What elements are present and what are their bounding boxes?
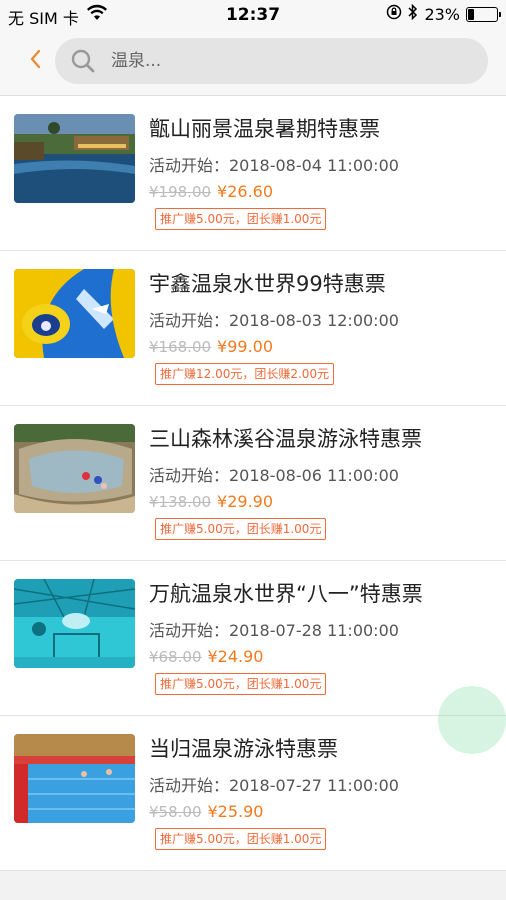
product-thumbnail — [14, 734, 135, 823]
commission-badge: 推广赚5.00元，团长赚1.00元 — [155, 673, 327, 695]
price-row: ¥138.00 ¥29.90 — [149, 492, 273, 511]
search-input[interactable] — [111, 51, 441, 71]
product-title: 宇鑫温泉水世界99特惠票 — [149, 272, 386, 296]
price-row: ¥68.00 ¥24.90 — [149, 647, 263, 666]
start-time: 活动开始：2018-08-03 12:00:00 — [149, 311, 399, 330]
product-thumbnail — [14, 424, 135, 513]
original-price: ¥198.00 — [149, 183, 212, 201]
battery-percent: 23% — [424, 4, 460, 24]
product-thumbnail — [14, 579, 135, 668]
product-title: 三山森林溪谷温泉游泳特惠票 — [149, 427, 422, 451]
original-price: ¥168.00 — [149, 338, 212, 356]
bottom-spacer — [0, 871, 506, 900]
chevron-left-icon — [28, 48, 42, 74]
sale-price: ¥99.00 — [217, 337, 274, 356]
start-time: 活动开始：2018-08-04 11:00:00 — [149, 156, 399, 175]
list-item[interactable]: 万航温泉水世界“八一”特惠票 活动开始：2018-07-28 11:00:00 … — [0, 561, 506, 716]
back-button[interactable] — [20, 46, 50, 76]
sale-price: ¥29.90 — [217, 492, 274, 511]
product-list: 甑山丽景温泉暑期特惠票 活动开始：2018-08-04 11:00:00 ¥19… — [0, 96, 506, 871]
price-row: ¥198.00 ¥26.60 — [149, 182, 273, 201]
bluetooth-icon — [408, 3, 418, 24]
list-item[interactable]: 当归温泉游泳特惠票 活动开始：2018-07-27 11:00:00 ¥58.0… — [0, 716, 506, 871]
product-title: 甑山丽景温泉暑期特惠票 — [149, 117, 380, 141]
nav-bar — [0, 30, 506, 96]
product-title: 当归温泉游泳特惠票 — [149, 737, 338, 761]
start-time: 活动开始：2018-08-06 11:00:00 — [149, 466, 399, 485]
search-icon — [67, 45, 99, 77]
original-price: ¥138.00 — [149, 493, 212, 511]
original-price: ¥68.00 — [149, 648, 202, 666]
commission-badge: 推广赚5.00元，团长赚1.00元 — [155, 828, 327, 850]
price-row: ¥168.00 ¥99.00 — [149, 337, 273, 356]
product-thumbnail — [14, 114, 135, 203]
search-box[interactable] — [55, 38, 488, 84]
commission-badge: 推广赚5.00元，团长赚1.00元 — [155, 518, 327, 540]
status-bar: 无 SIM 卡 12:37 23% — [0, 0, 506, 30]
commission-badge: 推广赚5.00元，团长赚1.00元 — [155, 208, 327, 230]
start-time: 活动开始：2018-07-28 11:00:00 — [149, 621, 399, 640]
list-item[interactable]: 宇鑫温泉水世界99特惠票 活动开始：2018-08-03 12:00:00 ¥1… — [0, 251, 506, 406]
list-item[interactable]: 三山森林溪谷温泉游泳特惠票 活动开始：2018-08-06 11:00:00 ¥… — [0, 406, 506, 561]
floating-action-button[interactable] — [438, 686, 506, 754]
sale-price: ¥26.60 — [217, 182, 274, 201]
list-item[interactable]: 甑山丽景温泉暑期特惠票 活动开始：2018-08-04 11:00:00 ¥19… — [0, 96, 506, 251]
product-title: 万航温泉水世界“八一”特惠票 — [149, 582, 423, 606]
start-time: 活动开始：2018-07-27 11:00:00 — [149, 776, 399, 795]
price-row: ¥58.00 ¥25.90 — [149, 802, 263, 821]
original-price: ¥58.00 — [149, 803, 202, 821]
commission-badge: 推广赚12.00元，团长赚2.00元 — [155, 363, 335, 385]
product-thumbnail — [14, 269, 135, 358]
battery-icon — [466, 6, 501, 22]
sale-price: ¥24.90 — [207, 647, 264, 666]
orientation-lock-icon — [386, 4, 402, 24]
sale-price: ¥25.90 — [207, 802, 264, 821]
